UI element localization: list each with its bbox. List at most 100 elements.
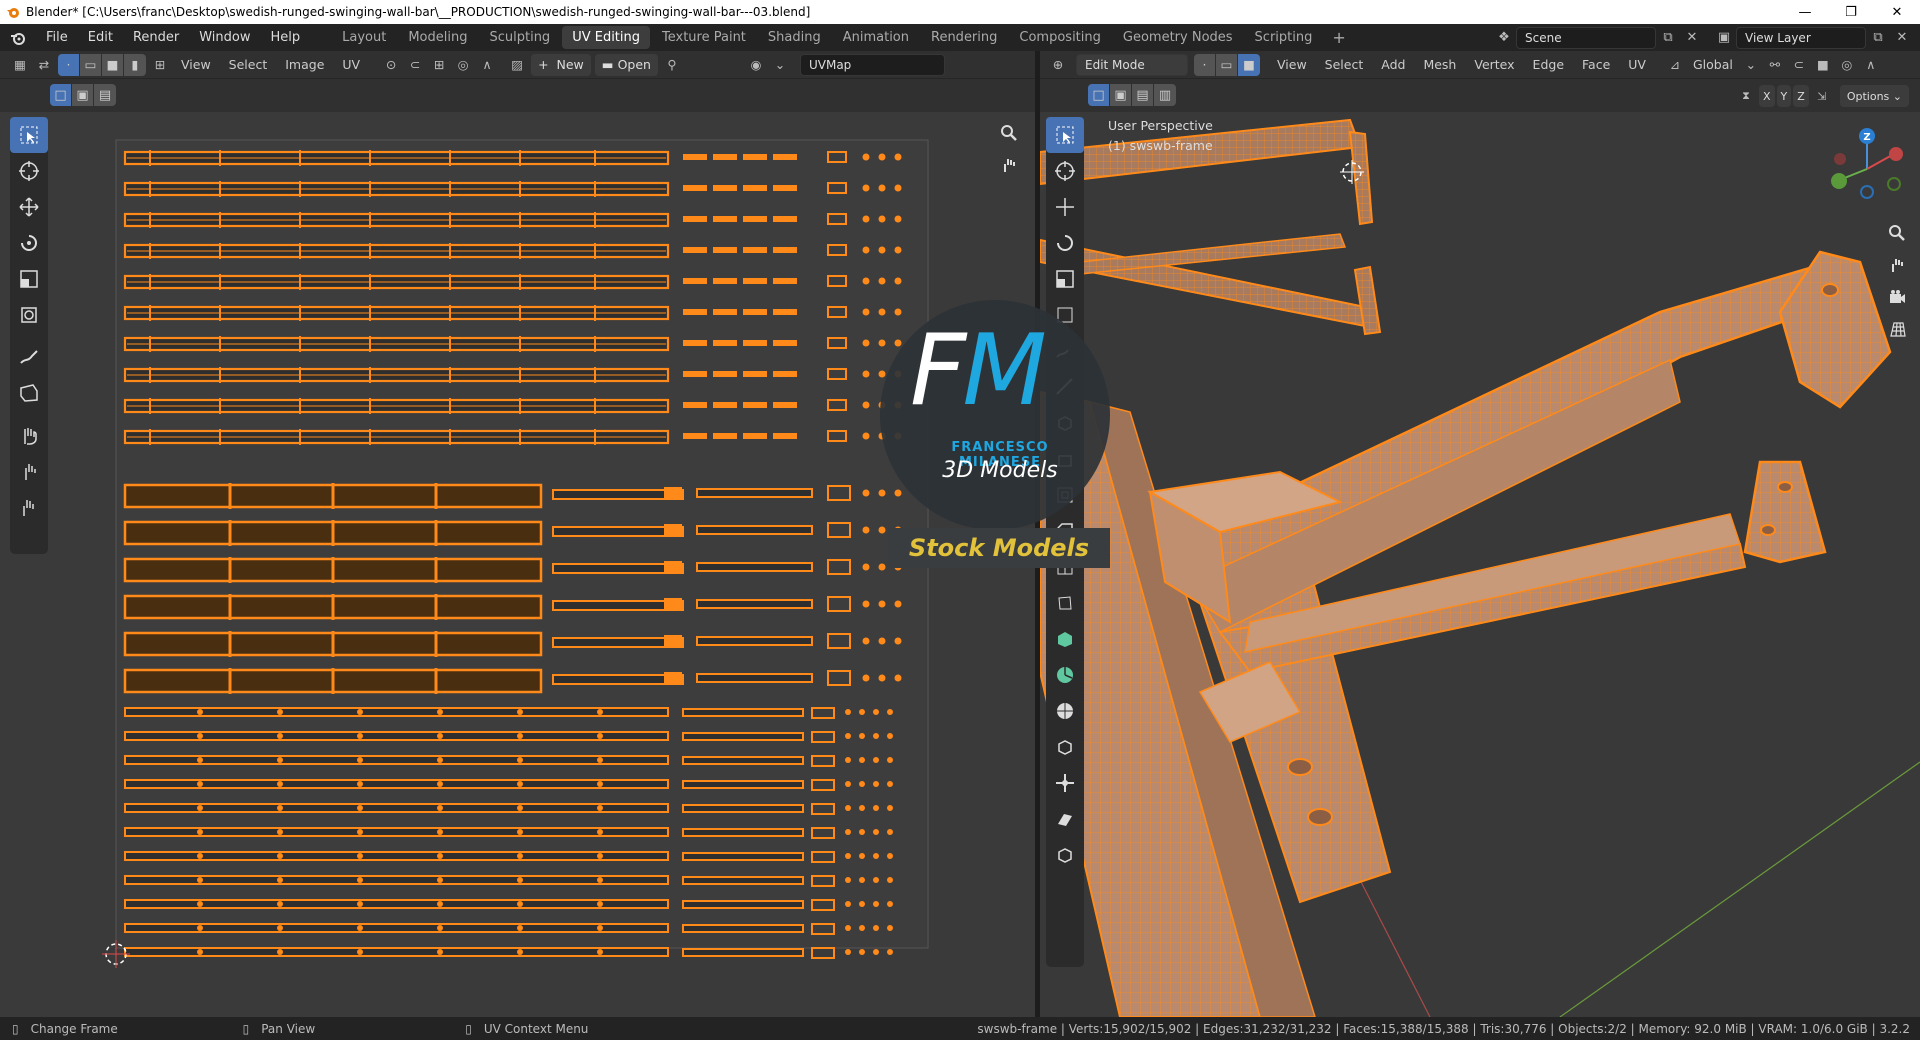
new-view-layer-icon[interactable]: ⧉	[1866, 27, 1890, 49]
vp-select-extend-icon[interactable]: ▣	[1110, 84, 1132, 106]
vp-cursor-icon[interactable]	[1046, 153, 1084, 189]
delete-scene-icon[interactable]: ✕	[1680, 27, 1704, 49]
hand-icon[interactable]	[996, 152, 1022, 178]
grab-icon[interactable]	[10, 417, 48, 453]
scene-field[interactable]: Scene	[1516, 26, 1656, 49]
new-image-button[interactable]: + New	[531, 53, 591, 76]
orientation-icon[interactable]: ⊿	[1663, 54, 1687, 76]
orientation-chevron-down-icon[interactable]: ⌄	[1739, 54, 1763, 76]
vp-zoom-icon[interactable]	[1884, 220, 1910, 246]
sticky-select-icon[interactable]: ⊞	[148, 54, 172, 76]
uvmap-field[interactable]: UVMap	[799, 53, 945, 76]
vp-menu-add[interactable]: Add	[1372, 57, 1414, 72]
uv-canvas[interactable]	[0, 112, 1035, 1017]
auto-merge-icon[interactable]: ⇲	[1810, 85, 1834, 107]
mirror-icon[interactable]: ⧗	[1734, 85, 1758, 107]
options-dropdown[interactable]: Options ⌄	[1839, 85, 1909, 107]
snap-target-icon[interactable]: ⊞	[427, 54, 451, 76]
select-new-icon[interactable]: □	[50, 84, 72, 106]
uv-editor-area[interactable]	[0, 112, 1035, 1017]
3d-viewport[interactable]: User Perspective (1) swswb-frame Z	[1040, 112, 1920, 1017]
tab-texture-paint[interactable]: Texture Paint	[652, 26, 756, 49]
mode-dropdown[interactable]: Edit Mode	[1076, 53, 1188, 76]
zoom-icon[interactable]	[996, 120, 1022, 146]
tab-rendering[interactable]: Rendering	[921, 26, 1007, 49]
menu-render[interactable]: Render	[123, 24, 189, 51]
vp-select-subtract-icon[interactable]: ▤	[1132, 84, 1154, 106]
vp-hand-icon[interactable]	[1884, 252, 1910, 278]
shrink-fatten-icon[interactable]	[1046, 765, 1084, 801]
island-select-icon[interactable]: ▮	[124, 53, 146, 76]
navigation-gizmo[interactable]: Z	[1822, 124, 1912, 214]
tab-layout[interactable]: Layout	[332, 26, 396, 49]
vp-move-icon[interactable]	[1046, 189, 1084, 225]
maximize-button[interactable]: ❐	[1828, 0, 1874, 24]
pivot-point-icon[interactable]: ⚯	[1763, 54, 1787, 76]
pivot-icon[interactable]: ⊙	[379, 54, 403, 76]
menu-edit[interactable]: Edit	[78, 24, 123, 51]
scale-icon[interactable]	[10, 261, 48, 297]
knife-icon[interactable]	[1046, 585, 1084, 621]
annotate-icon[interactable]	[10, 339, 48, 375]
tab-modeling[interactable]: Modeling	[398, 26, 477, 49]
camera-icon[interactable]	[1884, 284, 1910, 310]
tab-shading[interactable]: Shading	[758, 26, 831, 49]
shear-icon[interactable]	[1046, 801, 1084, 837]
vp-select-box-icon[interactable]	[1046, 117, 1084, 153]
vp-menu-view[interactable]: View	[1268, 57, 1316, 72]
mirror-x-button[interactable]: X	[1759, 85, 1775, 107]
edge-slide-icon[interactable]	[1046, 729, 1084, 765]
tab-geometry-nodes[interactable]: Geometry Nodes	[1113, 26, 1243, 49]
image-browse-icon[interactable]: ▨	[505, 54, 529, 76]
close-button[interactable]: ✕	[1874, 0, 1920, 24]
tab-scripting[interactable]: Scripting	[1245, 26, 1323, 49]
menu-file[interactable]: File	[36, 24, 78, 51]
uv-menu-view[interactable]: View	[172, 57, 220, 72]
mirror-y-button[interactable]: Y	[1776, 85, 1792, 107]
menu-window[interactable]: Window	[189, 24, 260, 51]
vertex-mode-icon[interactable]: ·	[1194, 53, 1216, 76]
uv-overlay-icon[interactable]: ◉	[744, 54, 768, 76]
cursor-icon[interactable]	[10, 153, 48, 189]
scene-icon[interactable]: ❖	[1492, 27, 1516, 49]
vp-falloff-icon[interactable]: ∧	[1859, 54, 1883, 76]
rotate-icon[interactable]	[10, 225, 48, 261]
vp-select-invert-icon[interactable]: ▥	[1154, 84, 1176, 106]
face-select-icon[interactable]: ■	[102, 53, 124, 76]
select-extend-icon[interactable]: ▣	[72, 84, 94, 106]
edge-select-icon[interactable]: ▭	[80, 53, 102, 76]
vp-menu-select[interactable]: Select	[1316, 57, 1373, 72]
edge-mode-icon[interactable]: ▭	[1216, 53, 1238, 76]
select-subtract-icon[interactable]: ▤	[94, 84, 116, 106]
vp-menu-edge[interactable]: Edge	[1524, 57, 1573, 72]
pinch-icon[interactable]	[10, 489, 48, 525]
smooth-icon[interactable]	[1046, 693, 1084, 729]
vp-proportional-icon[interactable]: ◎	[1835, 54, 1859, 76]
minimize-button[interactable]: —	[1782, 0, 1828, 24]
transform-icon[interactable]	[10, 297, 48, 333]
snap-icon[interactable]: ⊂	[403, 54, 427, 76]
viewport-editor-type-icon[interactable]: ⊕	[1046, 54, 1070, 76]
vp-menu-face[interactable]: Face	[1573, 57, 1619, 72]
poly-build-icon[interactable]	[1046, 621, 1084, 657]
grid-icon[interactable]	[1884, 316, 1910, 342]
new-scene-icon[interactable]: ⧉	[1656, 27, 1680, 49]
vp-menu-mesh[interactable]: Mesh	[1414, 57, 1465, 72]
vp-rotate-icon[interactable]	[1046, 225, 1084, 261]
orientation-dropdown[interactable]: Global	[1687, 57, 1739, 72]
sync-selection-icon[interactable]: ⇄	[32, 54, 56, 76]
select-box-icon[interactable]	[10, 117, 48, 153]
rip-region-icon[interactable]	[1046, 837, 1084, 873]
uv-overlay-dropdown[interactable]: ⌄	[768, 54, 792, 76]
uv-menu-select[interactable]: Select	[220, 57, 277, 72]
tab-animation[interactable]: Animation	[833, 26, 919, 49]
view-layer-field[interactable]: View Layer	[1736, 26, 1866, 49]
vp-snap-icon[interactable]: ⊂	[1787, 54, 1811, 76]
delete-view-layer-icon[interactable]: ✕	[1890, 27, 1914, 49]
vp-menu-uv[interactable]: UV	[1619, 57, 1655, 72]
move-icon[interactable]	[10, 189, 48, 225]
mirror-z-button[interactable]: Z	[1793, 85, 1809, 107]
proportional-edit-icon[interactable]: ◎	[451, 54, 475, 76]
vp-select-new-icon[interactable]: □	[1088, 84, 1110, 106]
relax-icon[interactable]	[10, 453, 48, 489]
